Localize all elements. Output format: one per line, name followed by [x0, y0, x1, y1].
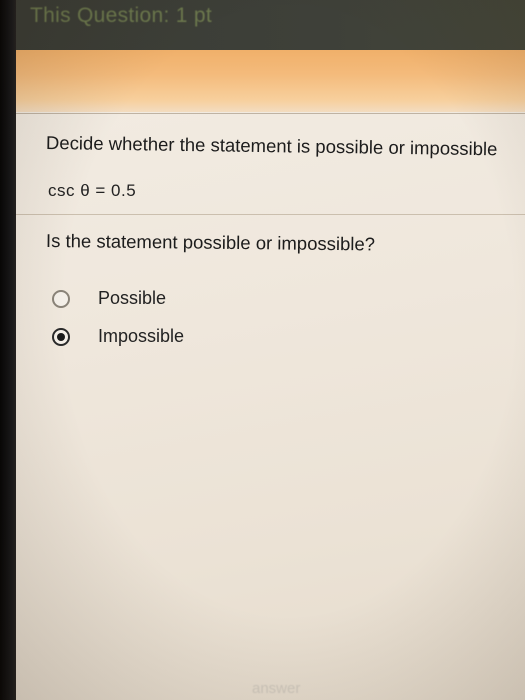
quiz-screen: This Question: 1 pt Decide whether the s… [16, 0, 525, 700]
problem-equation: csc θ = 0.5 [48, 181, 137, 200]
divider [16, 113, 525, 114]
option-label: Impossible [98, 326, 185, 346]
footer-faint-text: answer [252, 680, 301, 697]
divider [16, 214, 525, 215]
question-header: This Question: 1 pt [16, 0, 525, 50]
question-points-label: This Question: 1 pt [30, 4, 212, 27]
option-label: Possible [98, 288, 167, 308]
radio-button-checked[interactable] [52, 327, 70, 346]
radio-button-unchecked[interactable] [52, 289, 70, 308]
option-possible[interactable]: Possible [52, 288, 166, 309]
problem-instruction: Decide whether the statement is possible… [45, 132, 498, 160]
option-impossible[interactable]: Impossible [52, 326, 184, 347]
question-text: Is the statement possible or impossible? [45, 230, 376, 255]
photo-stage: This Question: 1 pt Decide whether the s… [0, 0, 525, 700]
glare-band [16, 50, 525, 112]
